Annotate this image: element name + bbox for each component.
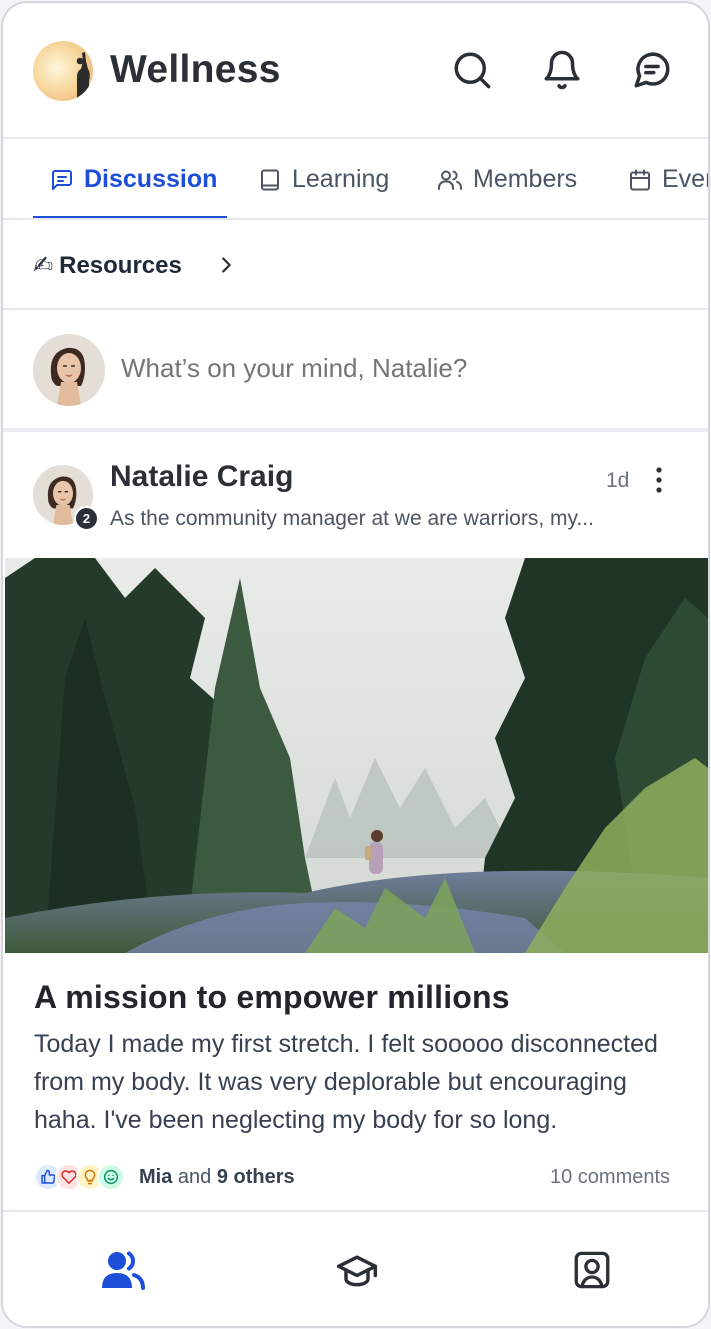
reaction-summary[interactable]: Mia and 9 others: [139, 1166, 295, 1189]
reaction-icons[interactable]: [34, 1161, 125, 1193]
bell-icon[interactable]: [539, 47, 585, 93]
resources-link[interactable]: ✍ Resources: [33, 251, 182, 280]
post-composer[interactable]: [3, 310, 708, 432]
nav-profile[interactable]: [564, 1242, 620, 1298]
smile-icon: [97, 1163, 125, 1191]
reaction-others: 9 others: [216, 1166, 295, 1188]
book-icon: [261, 169, 279, 190]
more-options-icon[interactable]: [651, 465, 667, 495]
tab-label: Events: [662, 165, 708, 193]
comments-count[interactable]: 10 comments: [550, 1166, 670, 1189]
app-logo: [33, 41, 93, 101]
reaction-first-name: Mia: [139, 1166, 173, 1188]
tab-learning[interactable]: Learning: [258, 139, 390, 218]
chevron-right-icon[interactable]: [215, 254, 237, 276]
post-timestamp: 1d: [606, 469, 630, 492]
resources-label: Resources: [59, 251, 182, 279]
active-tab-indicator: [33, 216, 227, 218]
phone-frame: Wellness Discussion Learning Members Eve…: [1, 1, 710, 1328]
profile-icon: [574, 1251, 610, 1289]
tab-bar: Discussion Learning Members Events: [3, 139, 708, 220]
message-square-icon: [52, 169, 72, 190]
writing-hand-icon: ✍: [33, 252, 54, 279]
bottom-nav: [3, 1210, 708, 1326]
nav-learning[interactable]: [329, 1242, 385, 1298]
calendar-icon: [630, 169, 650, 190]
resources-row[interactable]: ✍ Resources: [3, 220, 708, 310]
post-title[interactable]: A mission to empower millions: [34, 979, 510, 1016]
post-author[interactable]: Natalie Craig: [110, 460, 293, 494]
tab-discussion[interactable]: Discussion: [50, 139, 218, 218]
tab-label: Learning: [292, 165, 390, 193]
composer-input[interactable]: [121, 353, 681, 384]
reaction-and: and: [177, 1166, 212, 1188]
chat-icon[interactable]: [629, 47, 675, 93]
nav-community[interactable]: [95, 1242, 151, 1298]
tab-events[interactable]: Events: [628, 139, 708, 218]
search-icon[interactable]: [449, 47, 495, 93]
post-body: Today I made my first stretch. I felt so…: [34, 1030, 658, 1134]
graduation-cap-icon: [336, 1255, 378, 1287]
users-icon: [438, 170, 463, 190]
tab-label: Discussion: [84, 165, 218, 193]
post-image[interactable]: [5, 558, 708, 953]
app-title: Wellness: [110, 48, 281, 91]
users-icon: [102, 1251, 145, 1290]
tab-label: Members: [473, 165, 578, 193]
app-header: Wellness: [3, 3, 708, 139]
user-avatar: [33, 334, 105, 406]
level-badge: 2: [74, 506, 99, 531]
author-bio-preview: As the community manager at we are warri…: [110, 507, 594, 530]
tab-members[interactable]: Members: [437, 139, 578, 218]
